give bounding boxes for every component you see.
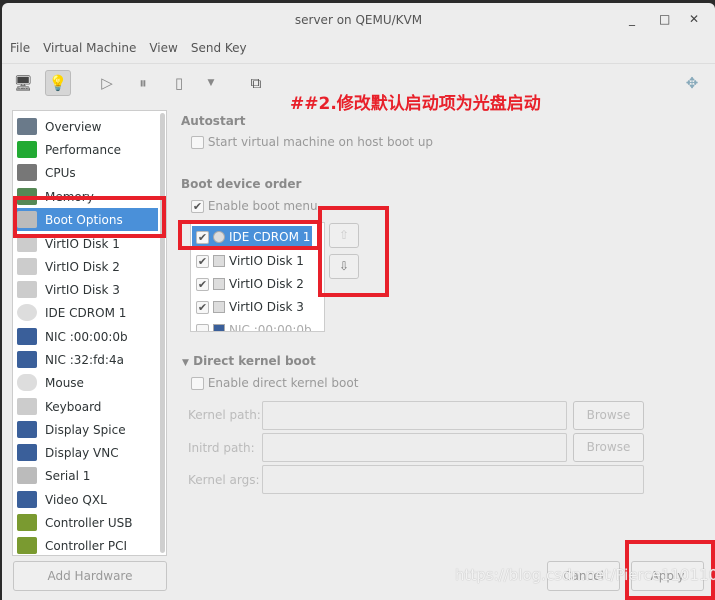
sidebar-item-serial-1[interactable]: Serial 1: [15, 464, 158, 487]
sidebar-item-video-qxl[interactable]: Video QXL: [15, 488, 158, 511]
sidebar-item-keyboard[interactable]: Keyboard: [15, 395, 158, 418]
cpu-icon: [17, 164, 37, 181]
boot-item-nic[interactable]: NIC :00:00:0b: [192, 319, 312, 331]
sidebar-item-ide-cdrom-1[interactable]: IDE CDROM 1: [15, 301, 158, 324]
disk-icon: [213, 301, 225, 313]
nic-icon: [17, 351, 37, 368]
checkbox-icon[interactable]: [196, 323, 209, 331]
boot-order-heading: Boot device order: [181, 177, 302, 191]
console-icon[interactable]: 🖥: [10, 70, 36, 96]
maximize-button[interactable]: □: [659, 12, 670, 26]
checkbox-checked-icon[interactable]: ✔: [196, 254, 209, 268]
initrd-path-label: Initrd path:: [188, 441, 255, 455]
hardware-list: Overview Performance CPUs Memory Boot Op…: [12, 110, 167, 556]
checkbox-icon: [191, 377, 204, 390]
dropdown-icon[interactable]: ▼: [198, 70, 224, 96]
sidebar-item-mouse[interactable]: Mouse: [15, 371, 158, 394]
highlight-box-cdrom: [178, 220, 321, 250]
enable-boot-menu-checkbox[interactable]: ✔ Enable boot menu: [191, 199, 318, 213]
autostart-checkbox[interactable]: Start virtual machine on host boot up: [191, 135, 433, 149]
initrd-path-input[interactable]: [262, 433, 567, 462]
serial-icon: [17, 467, 37, 484]
cdrom-icon: [17, 304, 37, 321]
sidebar-scrollbar[interactable]: [160, 113, 165, 553]
checkbox-checked-icon[interactable]: ✔: [196, 277, 209, 291]
menu-virtual-machine[interactable]: Virtual Machine: [43, 41, 136, 55]
annotation-text: ##2.修改默认启动项为光盘启动: [290, 94, 541, 114]
initrd-browse-button[interactable]: Browse: [573, 433, 644, 462]
kernel-path-label: Kernel path:: [188, 408, 261, 422]
add-hardware-button[interactable]: Add Hardware: [13, 561, 167, 591]
expander-triangle-icon: ▼: [182, 358, 189, 368]
boot-item-virtio-disk-2[interactable]: ✔ VirtIO Disk 2: [192, 273, 312, 295]
highlight-box-arrows: [318, 206, 389, 297]
nic-icon: [17, 328, 37, 345]
sidebar-item-controller-pci[interactable]: Controller PCI: [15, 534, 158, 557]
window-title: server on QEMU/KVM: [294, 13, 423, 27]
display-icon: [17, 421, 37, 438]
kernel-args-input[interactable]: [262, 465, 644, 494]
highlight-box-boot-options: [13, 196, 166, 238]
menu-bar: File Virtual Machine View Send Key: [10, 41, 247, 55]
sidebar-item-nic-2[interactable]: NIC :32:fd:4a: [15, 348, 158, 371]
watermark: https://blog.csdn.net/Pierce110110: [455, 566, 715, 584]
pause-icon[interactable]: ⏸: [130, 70, 156, 96]
sidebar-item-overview[interactable]: Overview: [15, 115, 158, 138]
disk-icon: [213, 255, 225, 267]
nic-icon: [213, 324, 225, 331]
sidebar-item-virtio-disk-3[interactable]: VirtIO Disk 3: [15, 278, 158, 301]
toolbar: 🖥 💡 ▷ ⏸ ▯ ▼ ⧉ ✥: [2, 63, 715, 96]
sidebar-item-display-vnc[interactable]: Display VNC: [15, 441, 158, 464]
disk-icon: [17, 281, 37, 298]
checkbox-checked-icon: ✔: [191, 200, 204, 213]
mouse-icon: [17, 374, 37, 391]
checkbox-checked-icon[interactable]: ✔: [196, 300, 209, 314]
direct-kernel-heading[interactable]: ▼ Direct kernel boot: [182, 354, 316, 368]
keyboard-icon: [17, 398, 37, 415]
kernel-args-label: Kernel args:: [188, 473, 260, 487]
menu-file[interactable]: File: [10, 41, 30, 55]
sidebar-item-controller-usb[interactable]: Controller USB: [15, 511, 158, 534]
overview-icon: [17, 118, 37, 135]
sidebar-item-virtio-disk-2[interactable]: VirtIO Disk 2: [15, 255, 158, 278]
menu-view[interactable]: View: [149, 41, 177, 55]
disk-icon: [213, 278, 225, 290]
minimize-button[interactable]: _: [629, 12, 635, 26]
shutdown-icon[interactable]: ▯: [166, 70, 192, 96]
snapshots-icon[interactable]: ⧉: [243, 70, 269, 96]
sidebar-item-nic-1[interactable]: NIC :00:00:0b: [15, 325, 158, 348]
kernel-path-input[interactable]: [262, 401, 567, 430]
vm-window: server on QEMU/KVM _ □ ✕ File Virtual Ma…: [2, 3, 715, 600]
boot-item-virtio-disk-1[interactable]: ✔ VirtIO Disk 1: [192, 250, 312, 272]
disk-icon: [17, 258, 37, 275]
sidebar-item-display-spice[interactable]: Display Spice: [15, 418, 158, 441]
video-icon: [17, 491, 37, 508]
performance-icon: [17, 141, 37, 158]
checkbox-icon: [191, 136, 204, 149]
kernel-browse-button[interactable]: Browse: [573, 401, 644, 430]
controller-icon: [17, 514, 37, 531]
controller-icon: [17, 537, 37, 554]
menu-send-key[interactable]: Send Key: [191, 41, 247, 55]
details-icon[interactable]: 💡: [45, 70, 71, 96]
sidebar-item-performance[interactable]: Performance: [15, 138, 158, 161]
display-icon: [17, 444, 37, 461]
run-icon[interactable]: ▷: [94, 70, 120, 96]
sidebar-item-cpus[interactable]: CPUs: [15, 161, 158, 184]
autostart-heading: Autostart: [181, 114, 246, 128]
close-button[interactable]: ✕: [689, 12, 699, 26]
boot-item-virtio-disk-3[interactable]: ✔ VirtIO Disk 3: [192, 296, 312, 318]
enable-direct-kernel-checkbox[interactable]: Enable direct kernel boot: [191, 376, 358, 390]
fullscreen-icon[interactable]: ✥: [679, 70, 705, 96]
